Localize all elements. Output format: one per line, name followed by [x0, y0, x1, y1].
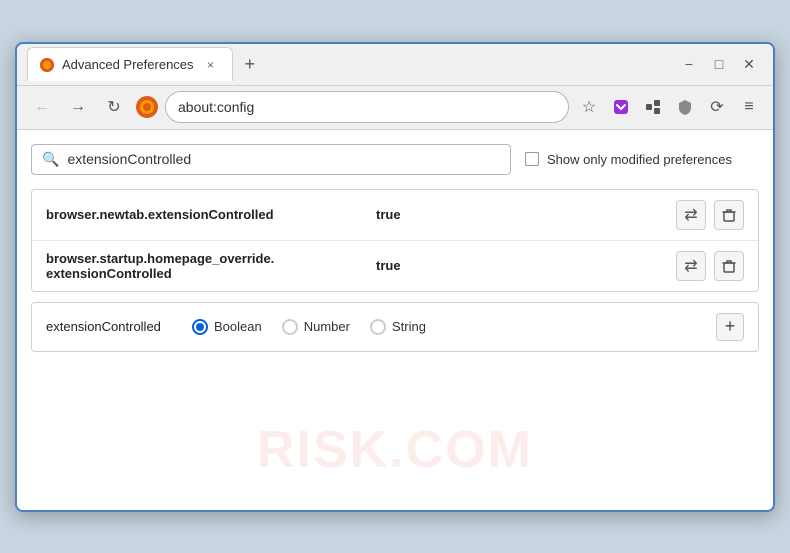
close-button[interactable]: ✕ [735, 50, 763, 78]
show-modified-checkbox[interactable] [525, 152, 539, 166]
minimize-button[interactable]: − [675, 50, 703, 78]
pref-name-1: browser.newtab.extensionControlled [46, 207, 366, 222]
add-preference-button[interactable]: + [716, 313, 744, 341]
add-preference-row: extensionControlled Boolean Number Strin… [31, 302, 759, 352]
string-radio-option[interactable]: String [370, 319, 426, 335]
table-row[interactable]: browser.startup.homepage_override. exten… [32, 241, 758, 291]
address-text: about:config [178, 99, 556, 115]
forward-button[interactable]: → [63, 92, 93, 122]
address-bar[interactable]: about:config [165, 91, 569, 123]
tab-favicon [40, 58, 54, 72]
pref-toggle-button-2[interactable]: ⇄ [676, 251, 706, 281]
pref-actions-2: ⇄ [676, 251, 744, 281]
show-modified-label: Show only modified preferences [547, 152, 732, 167]
pref-delete-button-1[interactable] [714, 200, 744, 230]
refresh-button[interactable]: ↻ [99, 92, 129, 122]
back-button[interactable]: ← [27, 92, 57, 122]
number-radio-label: Number [304, 319, 350, 334]
maximize-button[interactable]: □ [705, 50, 733, 78]
string-radio-label: String [392, 319, 426, 334]
watermark: RISK.COM [257, 420, 533, 480]
boolean-radio-circle [192, 319, 208, 335]
number-radio-circle [282, 319, 298, 335]
search-container: 🔍 Show only modified preferences [31, 144, 759, 175]
tab-close-button[interactable]: × [202, 56, 220, 74]
pref-actions-1: ⇄ [676, 200, 744, 230]
pref-value-1: true [376, 207, 676, 222]
pref-delete-button-2[interactable] [714, 251, 744, 281]
bookmark-icon[interactable]: ☆ [575, 93, 603, 121]
new-tab-button[interactable]: + [237, 54, 264, 75]
preferences-table: browser.newtab.extensionControlled true … [31, 189, 759, 292]
extension-icon[interactable] [639, 93, 667, 121]
firefox-logo-icon [135, 95, 159, 119]
nav-bar: ← → ↻ about:config ☆ [17, 86, 773, 130]
title-bar: Advanced Preferences × + − □ ✕ [17, 44, 773, 86]
search-input[interactable] [67, 151, 500, 167]
tab-title: Advanced Preferences [62, 57, 194, 72]
string-radio-circle [370, 319, 386, 335]
pref-value-2: true [376, 258, 676, 273]
table-row[interactable]: browser.newtab.extensionControlled true … [32, 190, 758, 241]
type-radio-group: Boolean Number String [192, 319, 700, 335]
add-pref-name: extensionControlled [46, 319, 176, 334]
search-icon: 🔍 [42, 151, 59, 168]
browser-window: Advanced Preferences × + − □ ✕ ← → ↻ abo… [15, 42, 775, 512]
boolean-radio-label: Boolean [214, 319, 262, 334]
window-controls: − □ ✕ [675, 50, 763, 78]
show-modified-container: Show only modified preferences [525, 152, 732, 167]
nav-icons: ☆ ⟳ ≡ [575, 93, 763, 121]
pref-toggle-button-1[interactable]: ⇄ [676, 200, 706, 230]
pocket-icon[interactable] [607, 93, 635, 121]
content-area: RISK.COM 🔍 Show only modified preference… [17, 130, 773, 510]
pref-name-2: browser.startup.homepage_override. exten… [46, 251, 366, 281]
browser-tab[interactable]: Advanced Preferences × [27, 47, 233, 81]
menu-icon[interactable]: ≡ [735, 93, 763, 121]
number-radio-option[interactable]: Number [282, 319, 350, 335]
boolean-radio-option[interactable]: Boolean [192, 319, 262, 335]
shield-icon[interactable] [671, 93, 699, 121]
search-box[interactable]: 🔍 [31, 144, 511, 175]
sync-icon[interactable]: ⟳ [703, 93, 731, 121]
